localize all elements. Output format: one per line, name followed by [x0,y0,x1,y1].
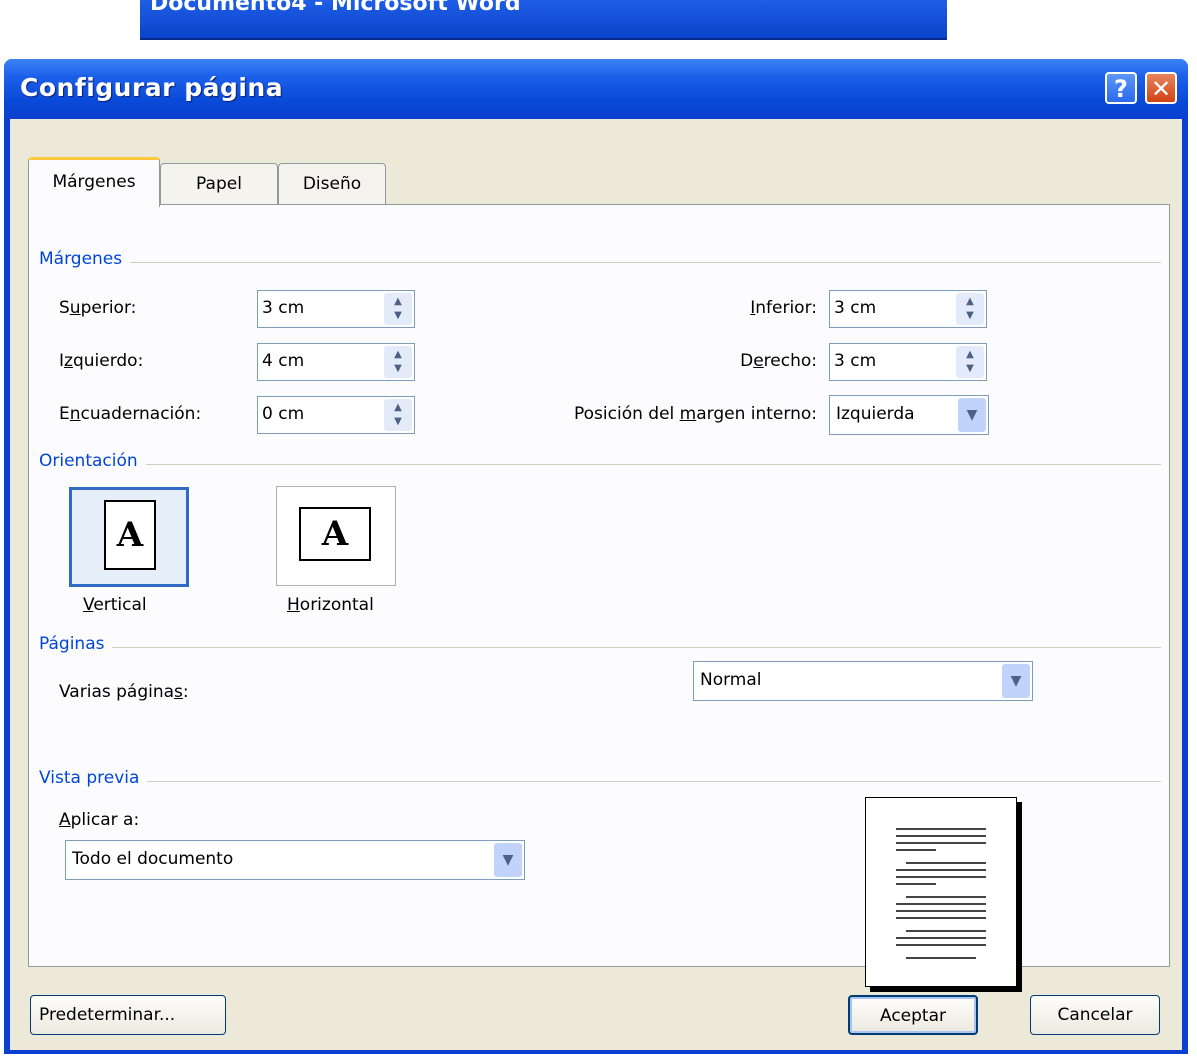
label-inferior: Inferior: [750,298,817,318]
predeterminar-button[interactable]: Predeterminar... [30,995,226,1035]
encuadernacion-value: 0 cm [262,404,305,424]
inferior-spinner[interactable]: 3 cm ▲ ▼ [829,290,987,328]
chevron-down-icon[interactable]: ▼ [494,843,522,877]
spinner-arrows-icon[interactable]: ▲ ▼ [956,346,984,378]
group-label-paginas: Páginas [39,634,113,654]
group-divider [39,464,1161,465]
preview-page-thumbnail [865,797,1017,987]
inferior-value: 3 cm [834,298,877,318]
encuadernacion-spinner[interactable]: 0 cm ▲ ▼ [257,396,415,434]
dialog-title: Configurar página [20,73,284,102]
cancelar-button[interactable]: Cancelar [1030,995,1160,1035]
orientation-horizontal-button[interactable]: A [276,486,396,586]
dialog-titlebar[interactable]: Configurar página ? ✕ [4,59,1188,119]
spinner-arrows-icon[interactable]: ▲ ▼ [384,399,412,431]
tab-papel[interactable]: Papel [160,163,278,207]
background-window-titlebar: Documento4 - Microsoft Word [140,0,947,40]
dialog-client-area: Márgenes Papel Diseño Márgenes Superior:… [10,119,1182,1050]
label-superior: Superior: [59,298,137,318]
derecho-value: 3 cm [834,351,877,371]
tab-panel-margenes: Márgenes Superior: 3 cm ▲ ▼ Izquierdo: 4 … [28,204,1170,987]
label-izquierdo: Izquierdo: [59,351,144,371]
page-setup-dialog: Configurar página ? ✕ Márgenes Papel Dis… [4,59,1188,1054]
tab-margenes[interactable]: Márgenes [28,157,160,207]
landscape-page-icon: A [299,507,371,561]
spinner-arrows-icon[interactable]: ▲ ▼ [956,293,984,325]
group-divider [39,781,1161,782]
chevron-down-icon[interactable]: ▼ [958,398,986,432]
help-button[interactable]: ? [1105,72,1137,104]
group-divider [39,262,1161,263]
predeterminar-label: Predeterminar... [39,1005,176,1025]
tab-diseno[interactable]: Diseño [278,163,386,207]
izquierdo-value: 4 cm [262,351,305,371]
group-divider [39,647,1161,648]
posicion-margen-value: Izquierda [836,404,915,424]
label-varias-paginas: Varias páginas: [59,682,189,702]
derecho-spinner[interactable]: 3 cm ▲ ▼ [829,343,987,381]
label-vertical: Vertical [83,595,147,615]
aplicar-a-select[interactable]: Todo el documento ▼ [65,840,525,880]
superior-spinner[interactable]: 3 cm ▲ ▼ [257,290,415,328]
chevron-down-icon[interactable]: ▼ [1002,664,1030,698]
label-encuadernacion: Encuadernación: [59,404,202,424]
label-horizontal: Horizontal [287,595,374,615]
portrait-page-icon: A [104,500,156,570]
aceptar-button[interactable]: Aceptar [848,995,978,1035]
izquierdo-spinner[interactable]: 4 cm ▲ ▼ [257,343,415,381]
spinner-arrows-icon[interactable]: ▲ ▼ [384,346,412,378]
varias-paginas-select[interactable]: Normal ▼ [693,661,1033,701]
orientation-vertical-button[interactable]: A [69,487,189,587]
aplicar-a-value: Todo el documento [72,849,234,869]
label-posicion-margen: Posición del margen interno: [574,404,817,424]
superior-value: 3 cm [262,298,305,318]
background-window-title: Documento4 - Microsoft Word [150,0,521,16]
close-button[interactable]: ✕ [1145,72,1177,104]
group-label-orientacion: Orientación [39,451,146,471]
group-label-vista-previa: Vista previa [39,768,148,788]
spinner-arrows-icon[interactable]: ▲ ▼ [384,293,412,325]
group-label-margenes: Márgenes [39,249,131,269]
varias-paginas-value: Normal [700,670,762,690]
posicion-margen-select[interactable]: Izquierda ▼ [829,395,989,435]
label-aplicar-a: Aplicar a: [59,810,140,830]
label-derecho: Derecho: [740,351,817,371]
